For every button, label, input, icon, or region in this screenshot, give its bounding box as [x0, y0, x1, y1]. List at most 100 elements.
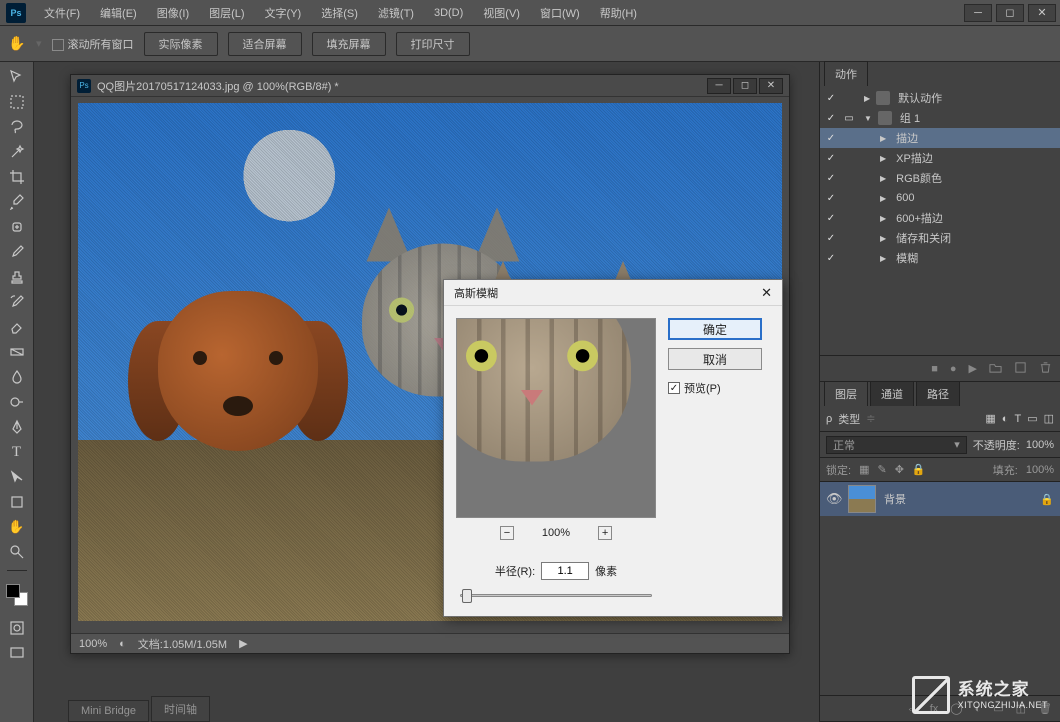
doc-minimize-icon[interactable]: ─	[707, 78, 731, 94]
filter-adjust-icon[interactable]: ◐	[1002, 413, 1009, 425]
menu-type[interactable]: 文字(Y)	[255, 5, 312, 21]
action-row[interactable]: ✓▶600+描边	[820, 208, 1060, 228]
menu-view[interactable]: 视图(V)	[473, 5, 530, 21]
actual-pixels-button[interactable]: 实际像素	[144, 32, 218, 56]
action-row[interactable]: ✓▭▼组 1	[820, 108, 1060, 128]
action-row[interactable]: ✓▶XP描边	[820, 148, 1060, 168]
filter-smart-icon[interactable]: ◫	[1044, 412, 1054, 425]
action-row[interactable]: ✓▶600	[820, 188, 1060, 208]
tab-layers[interactable]: 图层	[824, 381, 868, 406]
window-maximize-icon[interactable]: ◻	[996, 4, 1024, 22]
menu-3d[interactable]: 3D(D)	[424, 7, 473, 19]
heal-tool-icon[interactable]	[5, 216, 29, 238]
new-set-icon[interactable]	[989, 361, 1002, 377]
doc-maximize-icon[interactable]: ◻	[733, 78, 757, 94]
lock-brush-icon[interactable]: ✎	[877, 463, 886, 476]
scroll-all-checkbox[interactable]: 滚动所有窗口	[52, 36, 134, 52]
action-row[interactable]: ✓▶描边	[820, 128, 1060, 148]
print-size-button[interactable]: 打印尺寸	[396, 32, 470, 56]
hand-tool-icon[interactable]: ✋	[5, 516, 29, 538]
fill-screen-button[interactable]: 填充屏幕	[312, 32, 386, 56]
type-tool-icon[interactable]: T	[5, 441, 29, 463]
dodge-tool-icon[interactable]	[5, 391, 29, 413]
filter-pixel-icon[interactable]: ▦	[985, 412, 995, 425]
delete-icon[interactable]	[1039, 361, 1052, 377]
screenmode-icon[interactable]	[5, 642, 29, 664]
window-minimize-icon[interactable]: ─	[964, 4, 992, 22]
fit-screen-button[interactable]: 适合屏幕	[228, 32, 302, 56]
filter-shape-icon[interactable]: ▭	[1027, 412, 1037, 425]
menu-edit[interactable]: 编辑(E)	[90, 5, 147, 21]
preview-zoom: 100%	[542, 527, 570, 539]
doc-close-icon[interactable]: ✕	[759, 78, 783, 94]
menu-filter[interactable]: 滤镜(T)	[368, 5, 424, 21]
zoom-level[interactable]: 100%	[79, 638, 107, 650]
action-row[interactable]: ✓▶默认动作	[820, 88, 1060, 108]
layer-background[interactable]: 👁 背景 🔒	[820, 482, 1060, 516]
path-tool-icon[interactable]	[5, 466, 29, 488]
menu-image[interactable]: 图像(I)	[147, 5, 199, 21]
dialog-titlebar[interactable]: 高斯模糊 ✕	[444, 280, 782, 306]
menu-select[interactable]: 选择(S)	[311, 5, 368, 21]
document-title: QQ图片20170517124033.jpg @ 100%(RGB/8#) *	[97, 78, 339, 94]
color-swatches[interactable]	[6, 584, 28, 606]
radius-unit: 像素	[595, 563, 617, 579]
tab-paths[interactable]: 路径	[916, 381, 960, 406]
menu-window[interactable]: 窗口(W)	[530, 5, 590, 21]
stop-icon[interactable]: ■	[931, 363, 938, 375]
move-tool-icon[interactable]	[5, 66, 29, 88]
lock-all-icon[interactable]: 🔒	[912, 463, 926, 476]
visibility-icon[interactable]: 👁	[826, 491, 840, 507]
hand-tool-icon[interactable]: ✋	[8, 35, 26, 53]
zoom-out-button[interactable]: −	[500, 526, 514, 540]
blur-tool-icon[interactable]	[5, 366, 29, 388]
action-row[interactable]: ✓▶模糊	[820, 248, 1060, 268]
panels-dock: 动作 ✓▶默认动作✓▭▼组 1✓▶描边✓▶XP描边✓▶RGB颜色✓▶600✓▶6…	[820, 62, 1060, 722]
canvas-area: Ps QQ图片20170517124033.jpg @ 100%(RGB/8#)…	[34, 62, 820, 722]
watermark: 系统之家 XITONGZHIJIA.NET	[912, 676, 1048, 714]
new-action-icon[interactable]	[1014, 361, 1027, 377]
crop-tool-icon[interactable]	[5, 166, 29, 188]
tab-channels[interactable]: 通道	[870, 381, 914, 406]
eyedropper-tool-icon[interactable]	[5, 191, 29, 213]
preview-checkbox[interactable]: ✓预览(P)	[668, 380, 762, 396]
marquee-tool-icon[interactable]	[5, 91, 29, 113]
menu-layer[interactable]: 图层(L)	[199, 5, 254, 21]
fill-field[interactable]: 100%	[1026, 464, 1054, 476]
zoom-tool-icon[interactable]	[5, 541, 29, 563]
dialog-close-icon[interactable]: ✕	[761, 285, 772, 301]
filter-type-icon[interactable]: T	[1014, 413, 1021, 425]
ok-button[interactable]: 确定	[668, 318, 762, 340]
lock-pixels-icon[interactable]: ▦	[859, 463, 869, 476]
stamp-tool-icon[interactable]	[5, 266, 29, 288]
window-close-icon[interactable]: ✕	[1028, 4, 1056, 22]
lock-move-icon[interactable]: ✥	[895, 463, 904, 476]
history-brush-icon[interactable]	[5, 291, 29, 313]
tab-mini-bridge[interactable]: Mini Bridge	[68, 700, 149, 722]
record-icon[interactable]: ●	[950, 363, 957, 375]
wand-tool-icon[interactable]	[5, 141, 29, 163]
zoom-in-button[interactable]: +	[598, 526, 612, 540]
play-icon[interactable]: ▶	[969, 362, 977, 375]
quickmask-icon[interactable]	[5, 617, 29, 639]
gradient-tool-icon[interactable]	[5, 341, 29, 363]
filter-preview[interactable]	[456, 318, 656, 518]
tab-timeline[interactable]: 时间轴	[151, 696, 210, 722]
radius-slider[interactable]	[456, 586, 656, 604]
opacity-field[interactable]: 100%	[1026, 439, 1054, 451]
eraser-tool-icon[interactable]	[5, 316, 29, 338]
action-row[interactable]: ✓▶RGB颜色	[820, 168, 1060, 188]
pen-tool-icon[interactable]	[5, 416, 29, 438]
tab-actions[interactable]: 动作	[824, 61, 868, 86]
lasso-tool-icon[interactable]	[5, 116, 29, 138]
blend-mode-select[interactable]: 正常▾	[826, 436, 967, 454]
action-row[interactable]: ✓▶储存和关闭	[820, 228, 1060, 248]
radius-input[interactable]	[541, 562, 589, 580]
cancel-button[interactable]: 取消	[668, 348, 762, 370]
layer-thumbnail[interactable]	[848, 485, 876, 513]
menu-file[interactable]: 文件(F)	[34, 5, 90, 21]
shape-tool-icon[interactable]	[5, 491, 29, 513]
menu-help[interactable]: 帮助(H)	[590, 5, 647, 21]
brush-tool-icon[interactable]	[5, 241, 29, 263]
document-titlebar[interactable]: Ps QQ图片20170517124033.jpg @ 100%(RGB/8#)…	[71, 75, 789, 97]
